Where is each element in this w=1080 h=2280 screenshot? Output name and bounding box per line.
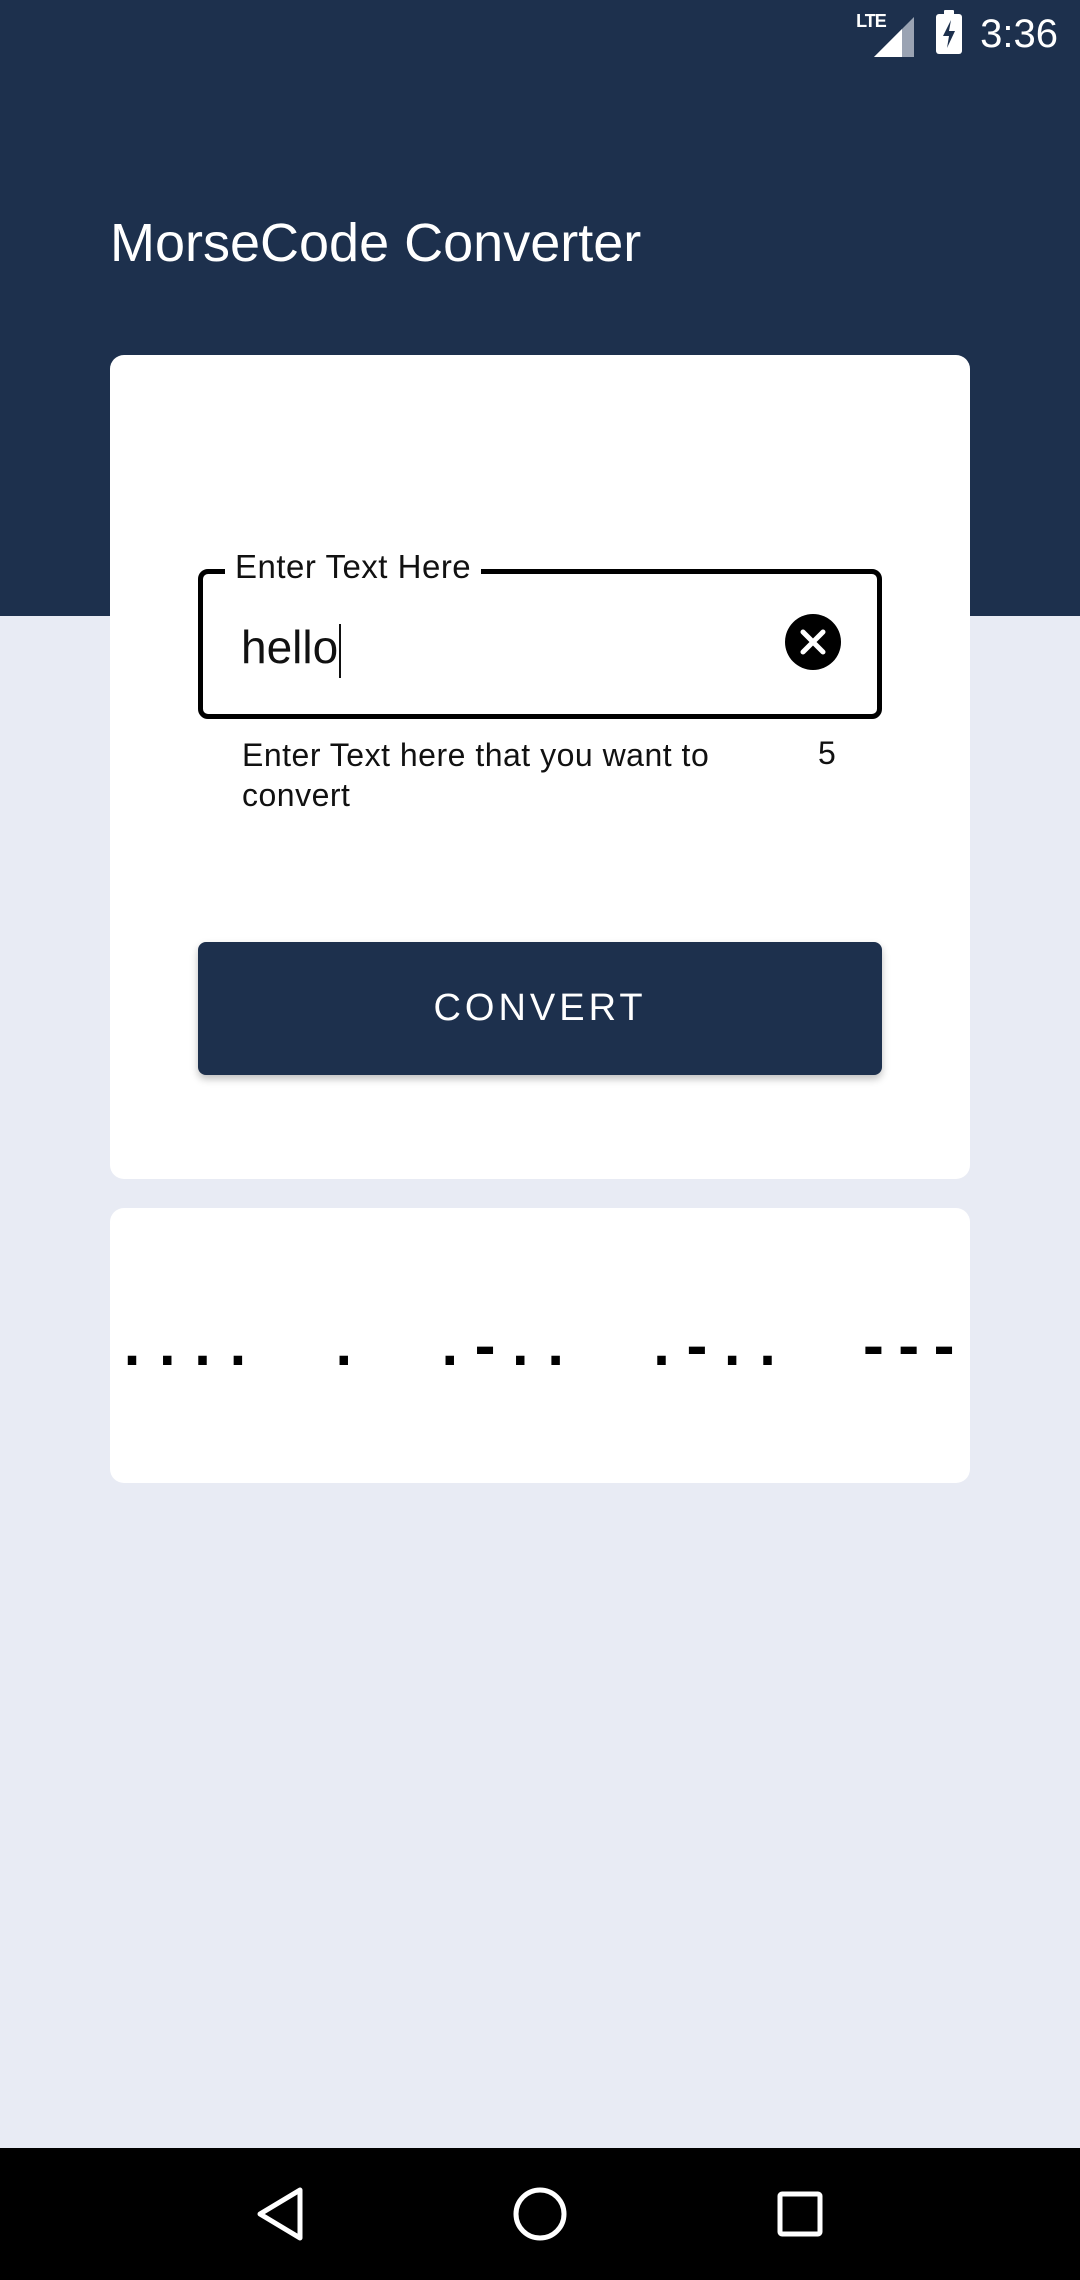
character-counter: 5 [818, 735, 836, 771]
morse-output-text: .... . .-.. .-.. --- [116, 1318, 964, 1378]
text-cursor [339, 623, 342, 678]
app-title: MorseCode Converter [110, 213, 642, 273]
signal-indicator: LTE [856, 11, 915, 57]
output-card: .... . .-.. .-.. --- [110, 1208, 970, 1483]
battery-icon [936, 10, 963, 54]
back-button[interactable] [240, 2174, 320, 2254]
input-value-wrap[interactable]: hello [241, 620, 342, 678]
input-card: Enter Text Here hello Enter Text here th… [110, 355, 970, 1179]
clear-text-button[interactable] [785, 614, 841, 670]
navigation-bar [0, 2148, 1080, 2280]
close-icon [800, 629, 826, 655]
clock: 3:36 [980, 11, 1058, 56]
input-helper-text: Enter Text here that you want to convert [242, 737, 710, 813]
status-bar: LTE 3:36 [0, 0, 1080, 68]
convert-button[interactable]: CONVERT [198, 942, 882, 1075]
back-icon [257, 2187, 303, 2241]
input-value[interactable]: hello [241, 621, 338, 673]
home-button[interactable] [500, 2174, 580, 2254]
recents-icon [777, 2191, 823, 2237]
home-icon [513, 2187, 567, 2241]
text-input-field[interactable]: Enter Text Here hello [198, 548, 882, 719]
input-label: Enter Text Here [225, 548, 482, 586]
recents-button[interactable] [760, 2174, 840, 2254]
charging-bolt-icon [943, 20, 956, 48]
